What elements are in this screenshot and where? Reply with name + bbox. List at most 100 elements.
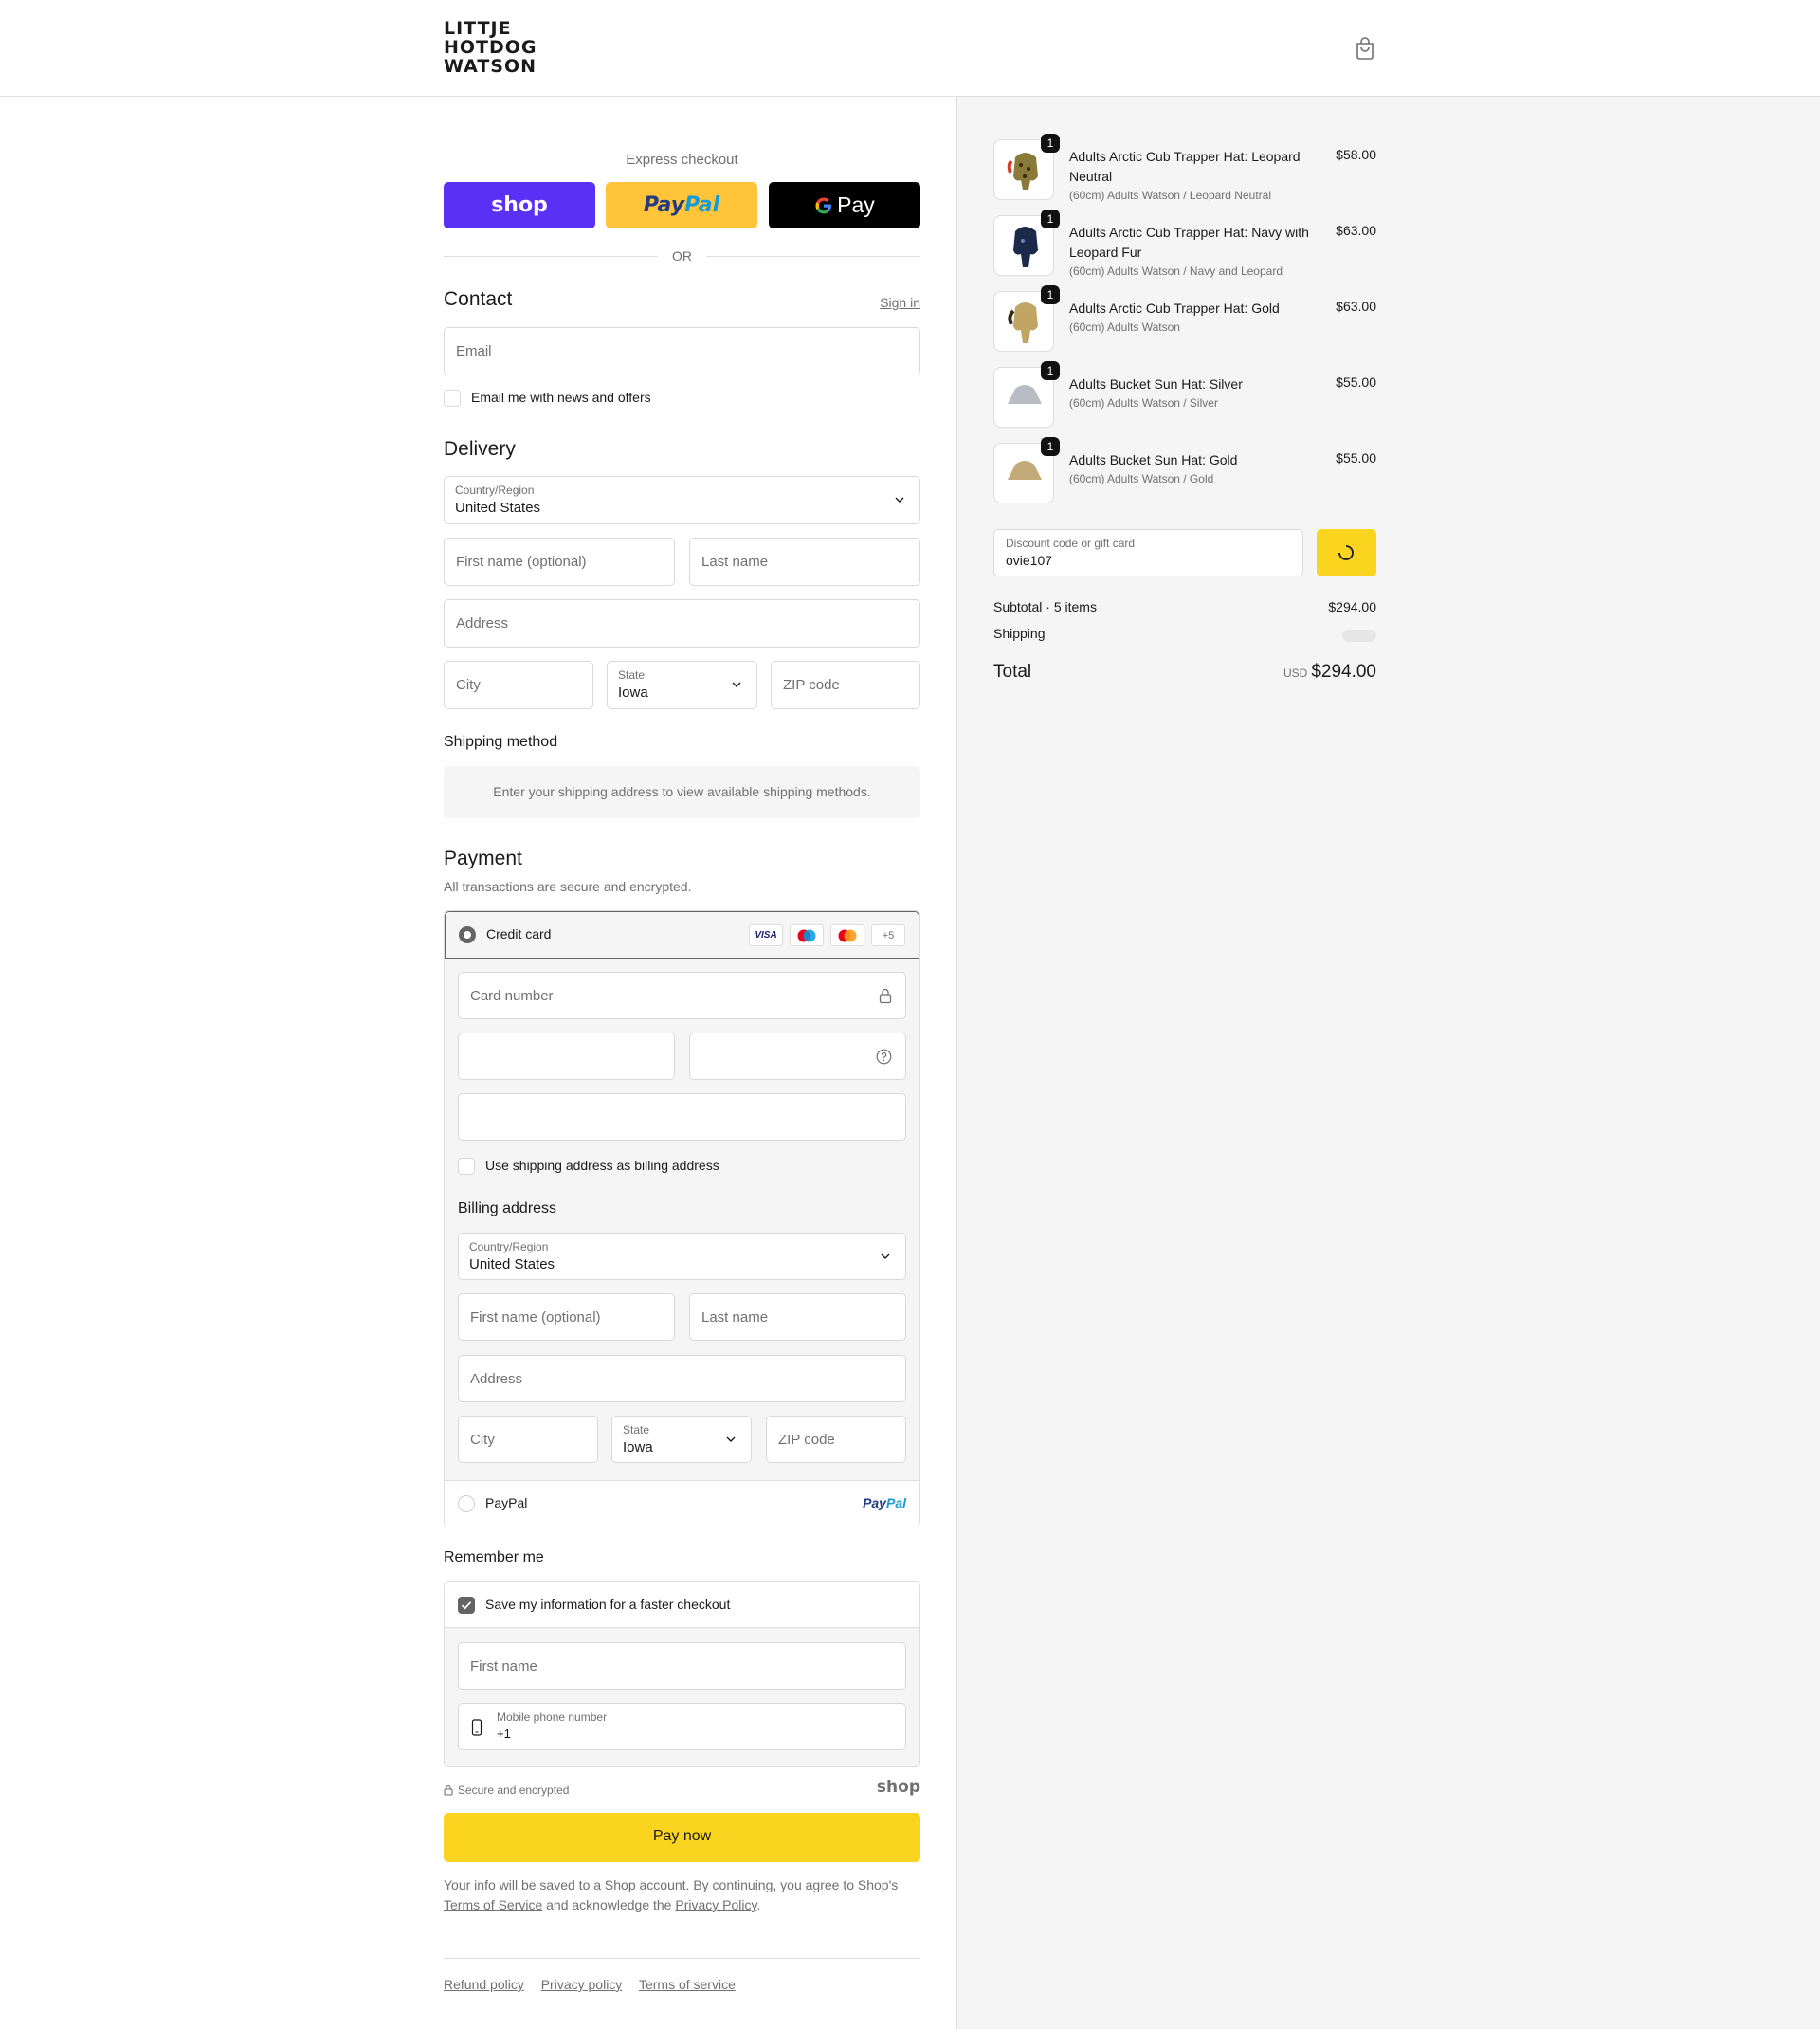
expiration-date-field[interactable] — [458, 1033, 675, 1080]
save-info-checkbox[interactable] — [458, 1597, 475, 1614]
billing-state-select[interactable]: State Iowa — [611, 1416, 752, 1463]
email-placeholder: Email — [456, 343, 492, 359]
city-field[interactable]: City — [444, 661, 593, 709]
credit-card-radio[interactable] — [459, 926, 476, 943]
billing-zip-placeholder: ZIP code — [778, 1432, 835, 1448]
card-number-field[interactable]: Card number — [458, 972, 906, 1019]
sign-in-link[interactable]: Sign in — [880, 295, 920, 310]
zip-field[interactable]: ZIP code — [771, 661, 920, 709]
address-placeholder: Address — [456, 615, 509, 631]
remember-first-name-field[interactable]: First name — [458, 1642, 906, 1690]
product-variant: (60cm) Adults Watson — [1069, 320, 1180, 334]
help-icon[interactable] — [876, 1049, 892, 1065]
paypal-option[interactable]: PayPal PayPal — [445, 1480, 919, 1526]
billing-zip-field[interactable]: ZIP code — [766, 1416, 906, 1463]
save-info-row[interactable]: Save my information for a faster checkou… — [445, 1582, 919, 1628]
billing-first-name-field[interactable]: First name (optional) — [458, 1293, 675, 1341]
maestro-icon — [790, 924, 824, 946]
store-logo[interactable]: LITTJE HOTDOG WATSON — [444, 18, 537, 78]
pay-now-button[interactable]: Pay now — [444, 1813, 920, 1862]
news-checkbox[interactable] — [444, 390, 461, 407]
hat-shape — [1013, 227, 1038, 267]
chevron-down-icon — [732, 682, 741, 687]
delivery-heading: Delivery — [444, 438, 516, 460]
legal-notice: Your info will be saved to a Shop accoun… — [444, 1875, 920, 1915]
legal-text-b: and acknowledge the — [542, 1897, 676, 1912]
address-field[interactable]: Address — [444, 599, 920, 648]
paypal-radio[interactable] — [458, 1495, 475, 1512]
product-variant: (60cm) Adults Watson / Leopard Neutral — [1069, 189, 1271, 202]
hat-shape — [1013, 302, 1038, 343]
credit-card-option[interactable]: Credit card VISA +5 — [445, 911, 919, 959]
mobile-phone-field[interactable]: Mobile phone number +1 — [458, 1703, 906, 1750]
billing-country-select[interactable]: Country/Region United States — [458, 1233, 906, 1280]
privacy-policy-link[interactable]: Privacy policy — [541, 1977, 623, 1992]
lock-icon — [444, 1784, 453, 1796]
shopping-bag-icon[interactable] — [1354, 36, 1376, 61]
card-number-placeholder: Card number — [470, 988, 554, 1004]
refund-policy-link[interactable]: Refund policy — [444, 1977, 524, 1992]
cart-item: 1 Adults Arctic Cub Trapper Hat: Gold (60… — [993, 285, 1376, 357]
billing-first-name-placeholder: First name (optional) — [470, 1309, 601, 1325]
shipping-loading-placeholder — [1342, 630, 1376, 642]
product-name: Adults Arctic Cub Trapper Hat: Navy with… — [1069, 225, 1309, 260]
billing-city-field[interactable]: City — [458, 1416, 598, 1463]
city-placeholder: City — [456, 677, 481, 693]
remember-first-name-placeholder: First name — [470, 1658, 537, 1674]
country-label: Country/Region — [455, 484, 535, 497]
billing-address-placeholder: Address — [470, 1371, 523, 1387]
billing-last-name-placeholder: Last name — [701, 1309, 769, 1325]
paypal-express-button[interactable]: PayPal — [606, 182, 757, 228]
apply-discount-button[interactable] — [1317, 529, 1376, 576]
cart-item: 1 Adults Arctic Cub Trapper Hat: Leopard… — [993, 134, 1376, 206]
country-select[interactable]: Country/Region United States — [444, 476, 920, 524]
subtotal-label: Subtotal · 5 items — [993, 599, 1097, 614]
first-name-field[interactable]: First name (optional) — [444, 538, 675, 586]
terms-of-service-link[interactable]: Terms of service — [639, 1977, 736, 1992]
hat-shape — [1008, 461, 1042, 480]
shop-pay-button[interactable]: shop — [444, 182, 595, 228]
shipping-label: Shipping — [993, 626, 1046, 641]
total-row: Total USD $294.00 — [993, 662, 1376, 690]
save-info-label: Save my information for a faster checkou… — [485, 1597, 731, 1612]
shop-privacy-link[interactable]: Privacy Policy — [675, 1897, 756, 1912]
shipping-method-placeholder: Enter your shipping address to view avai… — [444, 766, 920, 818]
state-select[interactable]: State Iowa — [607, 661, 757, 709]
payment-subtitle: All transactions are secure and encrypte… — [444, 879, 692, 894]
shipping-method-heading: Shipping method — [444, 734, 558, 750]
quantity-badge: 1 — [1041, 437, 1060, 456]
product-price: $63.00 — [1336, 299, 1376, 314]
billing-country-value: United States — [469, 1256, 555, 1272]
payment-heading: Payment — [444, 848, 522, 869]
hat-shape — [1008, 385, 1042, 404]
subtotal-row: Subtotal · 5 items $294.00 — [993, 599, 1376, 614]
paypal-option-label: PayPal — [485, 1495, 528, 1510]
more-cards-badge: +5 — [871, 924, 905, 946]
billing-country-label: Country/Region — [469, 1240, 549, 1253]
product-price: $55.00 — [1336, 375, 1376, 390]
last-name-field[interactable]: Last name — [689, 538, 920, 586]
quantity-badge: 1 — [1041, 134, 1060, 153]
use-shipping-checkbox[interactable] — [458, 1158, 475, 1175]
first-name-placeholder: First name (optional) — [456, 554, 587, 570]
state-label: State — [618, 668, 646, 682]
google-pay-button[interactable]: Pay — [769, 182, 920, 228]
name-on-card-field[interactable] — [458, 1093, 906, 1141]
legal-text-a: Your info will be saved to a Shop accoun… — [444, 1877, 899, 1892]
footer-links: Refund policy Privacy policy Terms of se… — [444, 1977, 749, 1992]
shop-terms-link[interactable]: Terms of Service — [444, 1897, 542, 1912]
cart-item: 1 Adults Arctic Cub Trapper Hat: Navy wi… — [993, 210, 1376, 282]
billing-address-field[interactable]: Address — [458, 1355, 906, 1402]
billing-last-name-field[interactable]: Last name — [689, 1293, 906, 1341]
chevron-down-icon — [726, 1436, 736, 1442]
hat-shape — [1013, 153, 1038, 190]
security-code-field[interactable] — [689, 1033, 906, 1080]
email-field[interactable]: Email — [444, 327, 920, 375]
quantity-badge: 1 — [1041, 210, 1060, 228]
news-label: Email me with news and offers — [471, 390, 651, 405]
logo-line-1: LITTJE — [444, 18, 512, 39]
product-price: $58.00 — [1336, 147, 1376, 162]
discount-code-field[interactable]: Discount code or gift card ovie107 — [993, 529, 1303, 576]
site-header: LITTJE HOTDOG WATSON — [0, 0, 1820, 97]
product-variant: (60cm) Adults Watson / Gold — [1069, 472, 1214, 485]
